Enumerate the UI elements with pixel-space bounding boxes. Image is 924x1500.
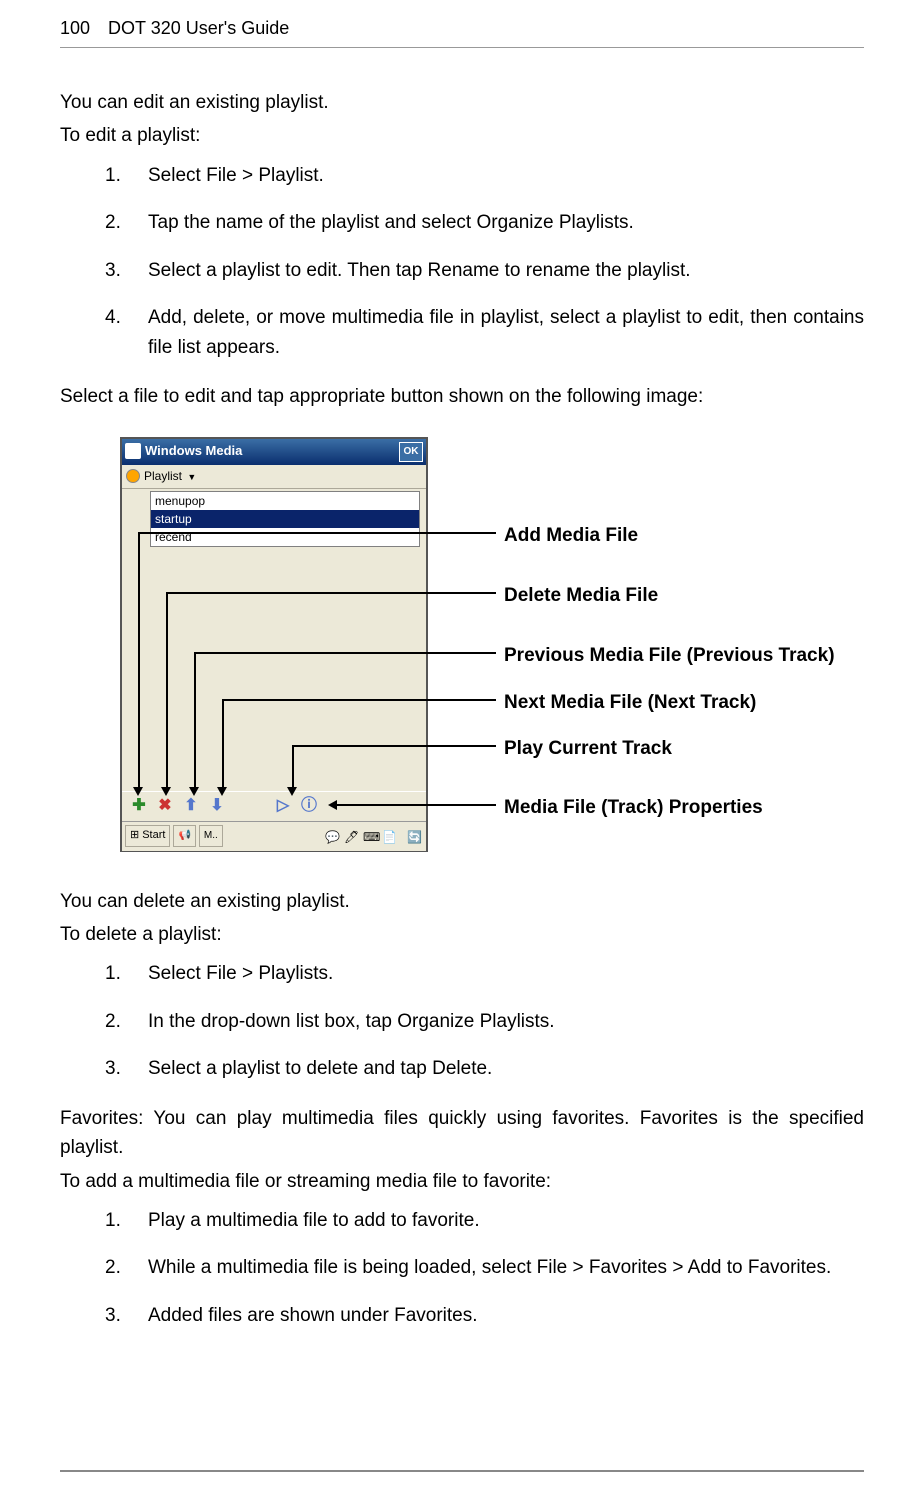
windows-logo-icon: ⊞ — [125, 443, 141, 459]
annotation-line — [292, 745, 496, 747]
edit-step-4: Add, delete, or move multimedia file in … — [60, 303, 864, 362]
delete-intro: You can delete an existing playlist. — [60, 887, 864, 916]
delete-step-3: Select a playlist to delete and tap Dele… — [60, 1054, 864, 1083]
footer-rule — [60, 1470, 864, 1472]
taskbar: ⊞ Start 📢 M.. 💬 🖊 ⌨ 📄 🔄 — [122, 821, 426, 851]
taskbar-item[interactable]: 📢 — [173, 825, 195, 847]
add-media-button[interactable]: ✚ — [128, 795, 150, 817]
next-track-button[interactable]: ⬇ — [206, 795, 228, 817]
arrow-icon — [189, 787, 199, 796]
annotation-line — [194, 652, 496, 654]
edit-lead: To edit a playlist: — [60, 121, 864, 150]
arrow-icon — [217, 787, 227, 796]
annotation-line — [166, 592, 168, 789]
delete-lead: To delete a playlist: — [60, 920, 864, 949]
arrow-icon — [287, 787, 297, 796]
list-item[interactable]: recend — [151, 528, 419, 546]
page-number: 100 — [60, 18, 90, 39]
properties-button[interactable]: ⓘ — [298, 795, 320, 817]
guide-title: DOT 320 User's Guide — [108, 18, 289, 39]
start-icon: ⊞ — [130, 827, 139, 844]
delete-steps-list: Select File > Playlists. In the drop-dow… — [60, 959, 864, 1083]
ok-button[interactable]: OK — [399, 442, 423, 462]
playlist-listbox[interactable]: menupop startup recend — [150, 491, 420, 547]
annotation-line — [222, 699, 496, 701]
play-button[interactable]: ▷ — [272, 795, 294, 817]
edit-intro: You can edit an existing playlist. — [60, 88, 864, 117]
previous-track-button[interactable]: ⬆ — [180, 795, 202, 817]
taskbar-item[interactable]: M.. — [199, 825, 223, 847]
annotation-line — [166, 592, 496, 594]
annotation-properties: Media File (Track) Properties — [504, 793, 763, 822]
screenshot-figure: ⊞ Windows Media OK Playlist ▼ menupop st… — [120, 437, 864, 857]
playlist-dropdown[interactable]: Playlist ▼ — [144, 467, 196, 486]
fav-step-1: Play a multimedia file to add to favorit… — [60, 1206, 864, 1235]
titlebar-text: Windows Media — [145, 441, 242, 461]
edit-step-2: Tap the name of the playlist and select … — [60, 208, 864, 237]
tray-icon[interactable]: ⌨ — [363, 828, 379, 844]
list-item[interactable]: menupop — [151, 492, 419, 510]
edit-step-1: Select File > Playlist. — [60, 161, 864, 190]
delete-step-1: Select File > Playlists. — [60, 959, 864, 988]
delete-media-button[interactable]: ✖ — [154, 795, 176, 817]
window-titlebar: ⊞ Windows Media OK — [122, 439, 426, 465]
edit-step-3: Select a playlist to edit. Then tap Rena… — [60, 256, 864, 285]
arrow-icon — [161, 787, 171, 796]
arrow-icon — [133, 787, 143, 796]
playlist-toolbar: Playlist ▼ — [122, 465, 426, 489]
annotation-line — [138, 532, 496, 534]
edit-post: Select a file to edit and tap appropriat… — [60, 382, 864, 411]
tray-icon[interactable]: 🖊 — [344, 828, 360, 844]
annotation-previous: Previous Media File (Previous Track) — [504, 641, 835, 670]
list-item[interactable]: startup — [151, 510, 419, 528]
annotation-line — [292, 745, 294, 789]
annotation-line — [222, 699, 224, 789]
favorites-lead: To add a multimedia file or streaming me… — [60, 1167, 864, 1196]
fav-step-3: Added files are shown under Favorites. — [60, 1301, 864, 1330]
annotation-play: Play Current Track — [504, 734, 672, 763]
tray-icon[interactable]: 💬 — [325, 828, 341, 844]
favorites-steps-list: Play a multimedia file to add to favorit… — [60, 1206, 864, 1330]
arrow-icon — [328, 800, 337, 810]
annotation-line — [138, 532, 140, 789]
tray-icon[interactable]: 🔄 — [407, 828, 423, 844]
annotation-add: Add Media File — [504, 521, 638, 550]
fav-step-2: While a multimedia file is being loaded,… — [60, 1253, 864, 1282]
body-content: You can edit an existing playlist. To ed… — [60, 88, 864, 1330]
favorites-intro: Favorites: You can play multimedia files… — [60, 1104, 864, 1163]
delete-step-2: In the drop-down list box, tap Organize … — [60, 1007, 864, 1036]
edit-steps-list: Select File > Playlist. Tap the name of … — [60, 161, 864, 362]
annotation-line — [335, 804, 496, 806]
tray-icon[interactable]: 📄 — [382, 828, 398, 844]
start-button[interactable]: ⊞ Start — [125, 825, 170, 847]
annotation-next: Next Media File (Next Track) — [504, 688, 756, 717]
annotation-delete: Delete Media File — [504, 581, 658, 610]
media-icon — [126, 469, 140, 483]
annotation-line — [194, 652, 196, 789]
chevron-down-icon: ▼ — [187, 472, 196, 482]
page-header: 100 DOT 320 User's Guide — [60, 0, 864, 48]
